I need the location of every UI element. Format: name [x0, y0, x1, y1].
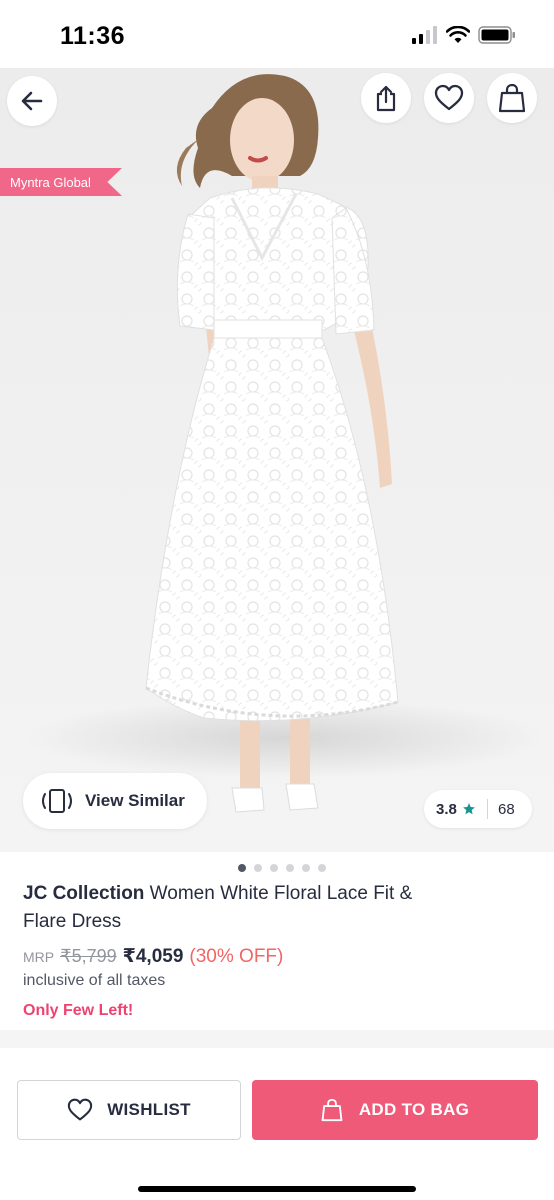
add-to-bag-label: ADD TO BAG	[358, 1100, 470, 1119]
back-button[interactable]	[7, 76, 57, 126]
image-carousel-dots	[0, 864, 554, 872]
carousel-dot[interactable]	[318, 864, 326, 872]
rating-pill[interactable]: 3.8 68	[424, 790, 532, 828]
signal-icon	[412, 26, 437, 44]
wishlist-icon-button[interactable]	[424, 73, 474, 123]
bag-icon	[321, 1098, 343, 1122]
status-icons	[412, 26, 516, 44]
price-row: MRP ₹5,799 ₹4,059 (30% OFF)	[23, 945, 283, 968]
rating-value: 3.8	[436, 800, 457, 818]
mrp-value: ₹5,799	[60, 946, 117, 966]
view-similar-icon	[42, 789, 72, 813]
wishlist-button[interactable]: WISHLIST	[17, 1080, 241, 1140]
discount-label: (30% OFF)	[189, 946, 284, 967]
product-title: JC Collection Women White Floral Lace Fi…	[23, 880, 423, 936]
rating-count: 68	[498, 800, 515, 818]
carousel-dot[interactable]	[254, 864, 262, 872]
star-icon	[463, 803, 475, 815]
badge-label: Myntra Global	[10, 174, 91, 190]
share-icon	[376, 85, 396, 112]
status-time: 11:36	[60, 22, 126, 50]
bag-icon	[498, 83, 526, 113]
product-image[interactable]: Myntra Global	[0, 68, 554, 852]
home-indicator	[138, 1186, 416, 1192]
product-brand[interactable]: JC Collection	[23, 883, 144, 904]
heart-icon	[68, 1098, 93, 1121]
carousel-dot[interactable]	[286, 864, 294, 872]
myntra-global-badge: Myntra Global	[0, 168, 122, 196]
tax-note: inclusive of all taxes	[23, 972, 166, 989]
bag-button[interactable]	[487, 73, 537, 123]
stock-note: Only Few Left!	[23, 1002, 134, 1019]
wishlist-label: WISHLIST	[107, 1100, 191, 1119]
selling-price: ₹4,059	[122, 946, 184, 967]
view-similar-label: View Similar	[85, 791, 185, 810]
section-divider	[0, 1030, 554, 1048]
heart-icon	[434, 84, 464, 111]
carousel-dot[interactable]	[302, 864, 310, 872]
share-button[interactable]	[361, 73, 411, 123]
back-arrow-icon	[21, 91, 43, 111]
view-similar-button[interactable]: View Similar	[23, 773, 207, 829]
wifi-icon	[446, 26, 470, 43]
carousel-dot[interactable]	[238, 864, 246, 872]
rating-value-group: 3.8	[424, 801, 487, 818]
add-to-bag-button[interactable]: ADD TO BAG	[252, 1080, 538, 1140]
status-bar: 11:36	[0, 0, 554, 68]
carousel-dot[interactable]	[270, 864, 278, 872]
mrp-label: MRP	[23, 949, 55, 965]
battery-icon	[478, 26, 515, 44]
